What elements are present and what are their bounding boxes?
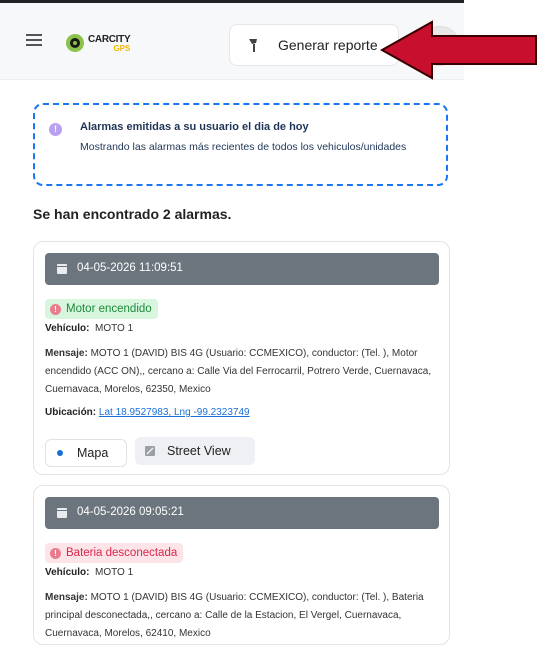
red-arrow-annotation bbox=[380, 20, 537, 80]
logo[interactable]: CARCITY GPS bbox=[66, 30, 131, 56]
date-bar: 04-05-2026 09:05:21 bbox=[45, 497, 439, 529]
street-view-button[interactable]: Street View bbox=[135, 437, 255, 465]
location-label: Ubicación: bbox=[45, 407, 97, 418]
message-line: Mensaje: MOTO 1 (DAVID) BIS 4G (Usuario:… bbox=[45, 345, 440, 399]
street-view-label: Street View bbox=[167, 444, 231, 458]
message-value: MOTO 1 (DAVID) BIS 4G (Usuario: CCMEXICO… bbox=[45, 348, 432, 395]
calendar-icon bbox=[57, 264, 67, 274]
alarm-date: 04-05-2026 09:05:21 bbox=[77, 506, 184, 518]
message-value: MOTO 1 (DAVID) BIS 4G (Usuario: CCMEXICO… bbox=[45, 592, 424, 639]
info-icon: ! bbox=[49, 123, 62, 136]
alert-icon: ! bbox=[50, 303, 61, 315]
location-link[interactable]: Lat 18.9527983, Lng -99.2323749 bbox=[99, 407, 250, 418]
vehicle-label: Vehículo: bbox=[45, 323, 90, 334]
alarm-card: 04-05-2026 09:05:21 ! Bateria desconecta… bbox=[33, 485, 450, 645]
calendar-icon bbox=[57, 508, 67, 518]
info-box: ! Alarmas emitidas a su usuario el dia d… bbox=[33, 103, 448, 186]
vehicle-value: MOTO 1 bbox=[95, 567, 134, 578]
alarm-count: Se han encontrado 2 alarmas. bbox=[33, 206, 232, 222]
logo-icon bbox=[66, 34, 84, 52]
logo-gps-text: GPS bbox=[113, 44, 131, 53]
alarm-card: 04-05-2026 11:09:51 ! Motor encendido Ve… bbox=[33, 241, 450, 475]
location-line: Ubicación: Lat 18.9527983, Lng -99.23237… bbox=[45, 407, 250, 418]
vehicle-line: Vehículo: MOTO 1 bbox=[45, 323, 133, 334]
badge-label: Bateria desconectada bbox=[66, 547, 178, 559]
message-label: Mensaje: bbox=[45, 348, 88, 359]
map-button[interactable]: Mapa bbox=[45, 439, 127, 467]
vehicle-label: Vehículo: bbox=[45, 567, 90, 578]
map-button-label: Mapa bbox=[77, 446, 109, 460]
vehicle-line: Vehículo: MOTO 1 bbox=[45, 567, 133, 578]
map-icon bbox=[57, 450, 63, 456]
vehicle-value: MOTO 1 bbox=[95, 323, 134, 334]
status-badge: ! Bateria desconectada bbox=[45, 543, 184, 563]
alarm-date: 04-05-2026 11:09:51 bbox=[77, 262, 183, 274]
generate-report-label: Generar reporte bbox=[278, 37, 378, 53]
menu-icon[interactable] bbox=[26, 34, 42, 46]
alert-icon: ! bbox=[50, 547, 61, 559]
message-label: Mensaje: bbox=[45, 592, 88, 603]
street-view-icon bbox=[145, 446, 155, 456]
info-title: Alarmas emitidas a su usuario el dia de … bbox=[80, 121, 309, 133]
status-badge: ! Motor encendido bbox=[45, 299, 158, 319]
generate-report-button[interactable]: Generar reporte bbox=[229, 24, 399, 66]
date-bar: 04-05-2026 11:09:51 bbox=[45, 253, 439, 285]
pin-icon bbox=[249, 39, 257, 52]
badge-label: Motor encendido bbox=[66, 303, 152, 315]
info-text: Mostrando las alarmas más recientes de t… bbox=[80, 141, 407, 153]
